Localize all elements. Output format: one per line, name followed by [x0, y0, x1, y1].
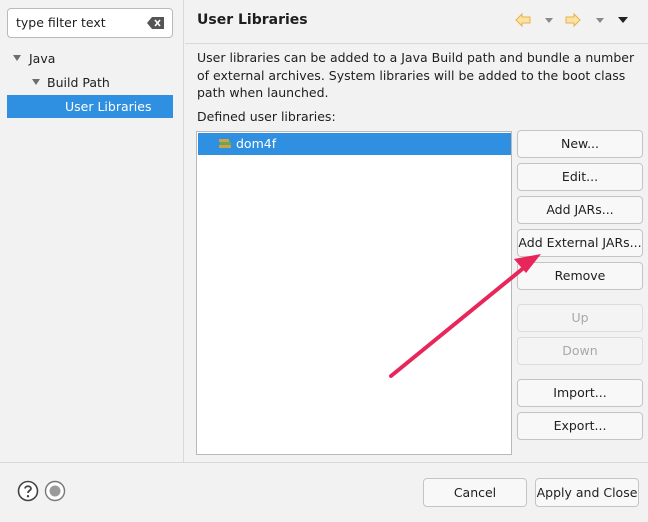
filter-input[interactable]: [16, 15, 146, 30]
back-icon[interactable]: [515, 12, 531, 28]
tree-item-label: Java: [29, 51, 56, 66]
import-button[interactable]: Import...: [517, 379, 643, 407]
export-button[interactable]: Export...: [517, 412, 643, 440]
page-header: User Libraries: [185, 0, 648, 44]
record-icon[interactable]: [44, 480, 66, 502]
edit-button[interactable]: Edit...: [517, 163, 643, 191]
library-name: dom4f: [236, 136, 277, 151]
tree-item-user-libraries[interactable]: User Libraries: [7, 95, 173, 118]
remove-button[interactable]: Remove: [517, 262, 643, 290]
user-libraries-list[interactable]: dom4f: [196, 131, 512, 455]
cancel-button[interactable]: Cancel: [423, 478, 527, 507]
apply-and-close-button[interactable]: Apply and Close: [535, 478, 639, 507]
clear-filter-icon[interactable]: [147, 17, 164, 29]
filter-field[interactable]: [7, 8, 173, 38]
forward-icon[interactable]: [565, 12, 581, 28]
tree-item-java[interactable]: Java: [0, 47, 184, 70]
defined-libraries-label: Defined user libraries:: [197, 109, 336, 124]
add-external-jars-button[interactable]: Add External JARs...: [517, 229, 643, 257]
page-title: User Libraries: [197, 12, 308, 28]
up-button[interactable]: Up: [517, 304, 643, 332]
forward-menu-icon[interactable]: [595, 12, 605, 28]
library-icon: [219, 139, 231, 148]
down-button[interactable]: Down: [517, 337, 643, 365]
expand-arrow-icon[interactable]: [13, 55, 21, 61]
new-button[interactable]: New...: [517, 130, 643, 158]
page-description: User libraries can be added to a Java Bu…: [197, 50, 635, 100]
tree-item-label: Build Path: [47, 75, 110, 90]
list-item[interactable]: dom4f: [198, 133, 511, 155]
back-menu-icon[interactable]: [544, 12, 554, 28]
preferences-tree-pane: Java Build Path User Libraries: [0, 0, 184, 462]
help-icon[interactable]: [17, 480, 39, 502]
tree-item-label: User Libraries: [65, 99, 152, 114]
add-jars-button[interactable]: Add JARs...: [517, 196, 643, 224]
expand-arrow-icon[interactable]: [32, 79, 40, 85]
view-menu-icon[interactable]: [617, 12, 629, 28]
tree-item-build-path[interactable]: Build Path: [0, 71, 184, 94]
